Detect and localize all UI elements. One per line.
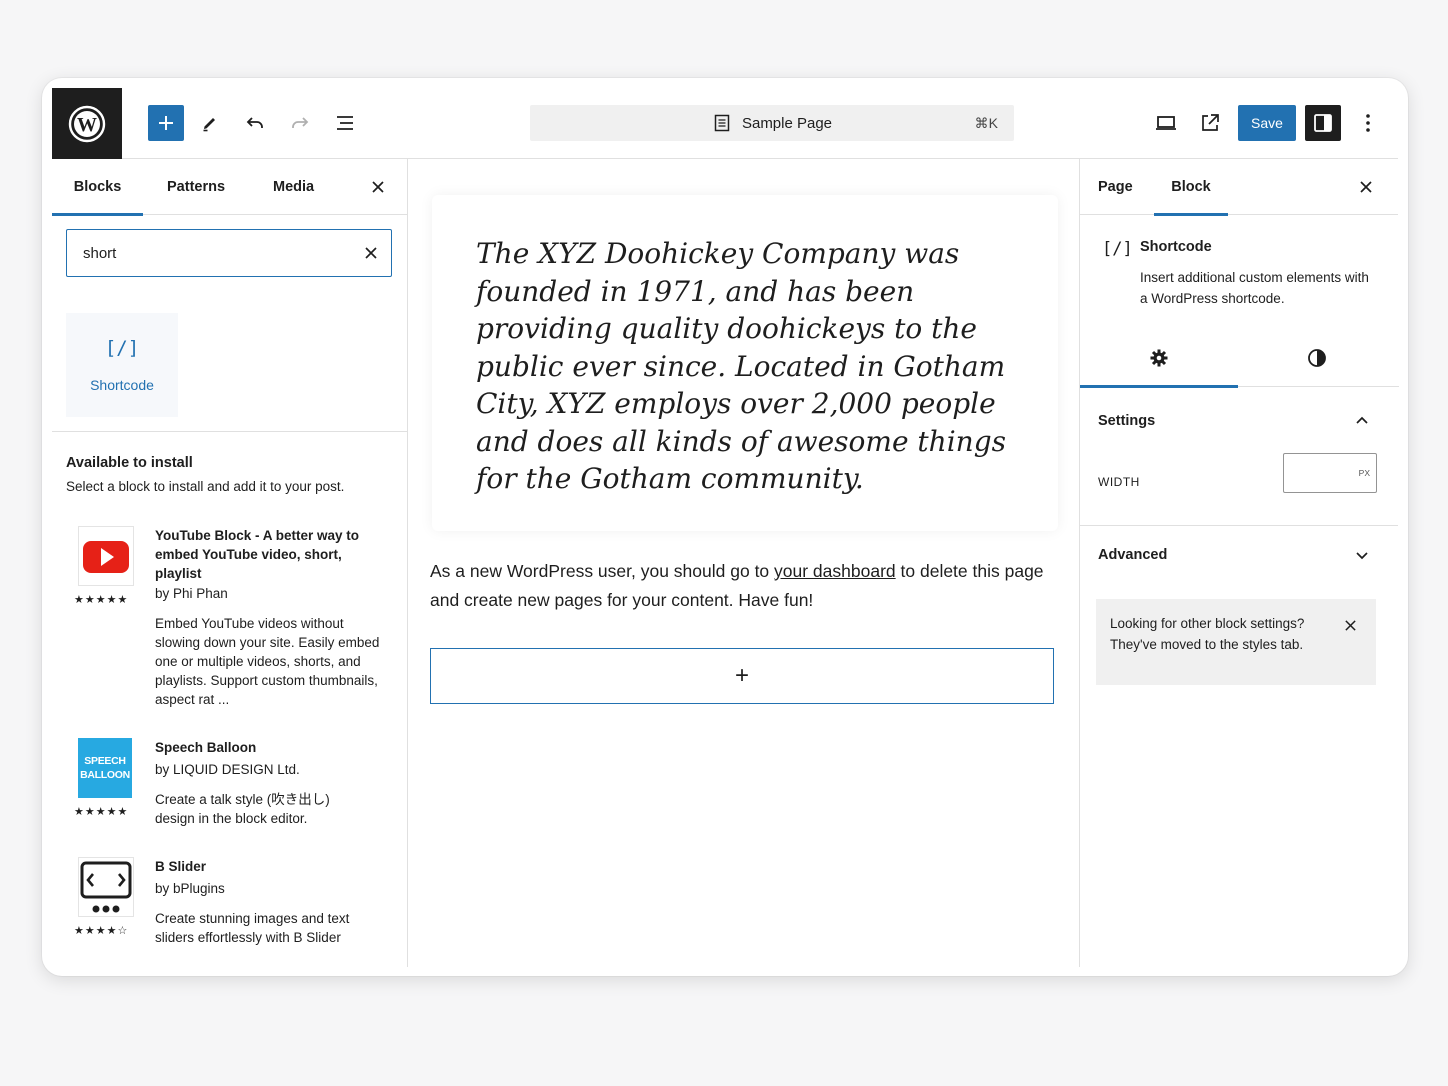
plugin-name: B Slider [155, 859, 207, 874]
plus-icon [159, 116, 173, 130]
save-button[interactable]: Save [1238, 105, 1296, 141]
tab-patterns[interactable]: Patterns [167, 159, 225, 215]
block-result-label: Shortcode [90, 377, 154, 393]
paragraph-text: As a new WordPress user, you should go t… [430, 561, 775, 581]
plugin-item-speech-balloon[interactable]: SPEECH BALLOON ★★★★★ Speech Balloon by L… [66, 738, 396, 838]
document-icon [714, 114, 730, 132]
styles-moved-notice: Looking for other block settings? They'v… [1096, 599, 1376, 685]
collapse-settings-button[interactable] [1352, 410, 1372, 430]
block-appender-button[interactable]: + [430, 648, 1054, 704]
add-block-button[interactable] [148, 105, 184, 141]
notice-text: Looking for other block settings? They'v… [1110, 616, 1305, 652]
dashboard-link[interactable]: your dashboard [774, 561, 896, 581]
close-icon [365, 247, 377, 259]
youtube-icon [78, 526, 134, 586]
tab-blocks[interactable]: Blocks [52, 159, 143, 216]
plugin-author: by bPlugins [155, 881, 225, 896]
settings-sidebar-toggle[interactable] [1305, 105, 1341, 141]
svg-text:W: W [77, 114, 97, 136]
settings-panel-title[interactable]: Settings [1098, 413, 1155, 429]
pullquote-block[interactable]: The XYZ Doohickey Company was founded in… [432, 195, 1058, 531]
slider-icon [78, 857, 134, 917]
external-link-icon [1202, 114, 1219, 131]
desktop-preview-icon [1156, 116, 1176, 130]
list-view-icon [337, 116, 353, 130]
paragraph-block[interactable]: As a new WordPress user, you should go t… [430, 557, 1060, 615]
block-inserter-panel: Blocks Patterns Media short [/] Shortcod… [52, 159, 408, 967]
shortcode-icon: [/] [1102, 239, 1133, 259]
pencil-icon [203, 118, 215, 132]
inspector-subtabs [1080, 329, 1399, 388]
tab-block-styles[interactable] [1238, 329, 1396, 387]
install-subheading: Select a block to install and add it to … [66, 479, 345, 494]
plugin-author: by LIQUID DESIGN Ltd. [155, 762, 300, 777]
options-button[interactable] [1350, 105, 1386, 141]
preview-button[interactable] [1148, 105, 1184, 141]
install-heading: Available to install [66, 455, 193, 471]
divider [52, 431, 407, 432]
plugin-item-youtube-block[interactable]: ★★★★★ YouTube Block - A better way to em… [66, 526, 396, 716]
plugin-description: Create stunning images and text sliders … [155, 911, 350, 945]
editor-canvas: The XYZ Doohickey Company was founded in… [408, 159, 1079, 967]
plugin-name: YouTube Block - A better way to embed Yo… [155, 528, 360, 581]
rating-stars: ★★★★☆ [74, 925, 129, 937]
block-card-description: Insert additional custom elements with a… [1140, 270, 1369, 306]
tools-button[interactable] [192, 105, 228, 141]
close-settings-button[interactable] [1356, 177, 1376, 197]
settings-sidebar: Page Block [/] Shortcode Insert addition… [1079, 159, 1399, 967]
speech-balloon-icon: SPEECH BALLOON [78, 738, 132, 798]
tab-page[interactable]: Page [1098, 159, 1133, 215]
icon-text: SPEECH [84, 755, 126, 767]
redo-button[interactable] [282, 105, 318, 141]
document-title: Sample Page [741, 114, 833, 132]
dismiss-notice-button[interactable] [1340, 615, 1360, 635]
settings-tabs: Page Block [1080, 159, 1398, 216]
editor-window: W Sample Page ⌘K Save Blocks Patterns Me… [42, 78, 1408, 976]
plugin-description: Create a talk style (吹き出し) design in the… [155, 792, 330, 826]
view-page-button[interactable] [1192, 105, 1228, 141]
chevron-down-icon [1356, 552, 1368, 560]
plugin-name: Speech Balloon [155, 740, 257, 755]
sidebar-toggle-icon [1314, 114, 1332, 132]
list-view-button[interactable] [327, 105, 363, 141]
width-unit[interactable]: PX [1359, 468, 1370, 478]
width-label: WIDTH [1098, 475, 1140, 489]
shortcode-block-result[interactable]: [/] Shortcode [66, 313, 178, 417]
block-search-input[interactable]: short [66, 229, 392, 277]
close-inserter-button[interactable] [368, 177, 388, 197]
advanced-panel-title[interactable]: Advanced [1098, 547, 1167, 563]
divider [1080, 525, 1398, 526]
clear-search-button[interactable] [361, 243, 381, 263]
search-value: short [83, 244, 117, 262]
contrast-icon [1308, 349, 1326, 367]
close-icon [1344, 619, 1356, 631]
rating-stars: ★★★★★ [74, 594, 129, 606]
plugin-author: by Phi Phan [155, 586, 228, 601]
more-vertical-icon [1366, 114, 1370, 132]
icon-text: BALLOON [80, 769, 130, 781]
tab-block-settings[interactable] [1080, 329, 1238, 388]
tab-media[interactable]: Media [273, 159, 314, 215]
undo-icon [246, 117, 263, 128]
gear-icon [1150, 349, 1168, 367]
wordpress-logo-icon[interactable]: W [52, 88, 122, 159]
plugin-description: Embed YouTube videos without slowing dow… [155, 616, 380, 707]
close-icon [372, 181, 384, 193]
close-icon [1360, 181, 1372, 193]
plugin-item-b-slider[interactable]: ★★★★☆ B Slider by bPlugins Create stunni… [66, 857, 396, 957]
inserter-tabs: Blocks Patterns Media [52, 159, 407, 216]
width-input[interactable]: PX [1283, 453, 1377, 493]
shortcode-icon: [/] [104, 337, 140, 359]
block-card-title: Shortcode [1140, 239, 1212, 255]
command-shortcut: ⌘K [974, 114, 998, 131]
redo-icon [292, 117, 309, 128]
editor-toolbar: W Sample Page ⌘K Save [52, 88, 1398, 159]
tab-block[interactable]: Block [1154, 159, 1228, 216]
expand-advanced-button[interactable] [1352, 546, 1372, 566]
chevron-up-icon [1356, 416, 1368, 424]
undo-button[interactable] [237, 105, 273, 141]
rating-stars: ★★★★★ [74, 806, 129, 818]
command-palette-bar[interactable]: Sample Page ⌘K [530, 105, 1014, 141]
quote-text[interactable]: The XYZ Doohickey Company was founded in… [476, 235, 1016, 498]
